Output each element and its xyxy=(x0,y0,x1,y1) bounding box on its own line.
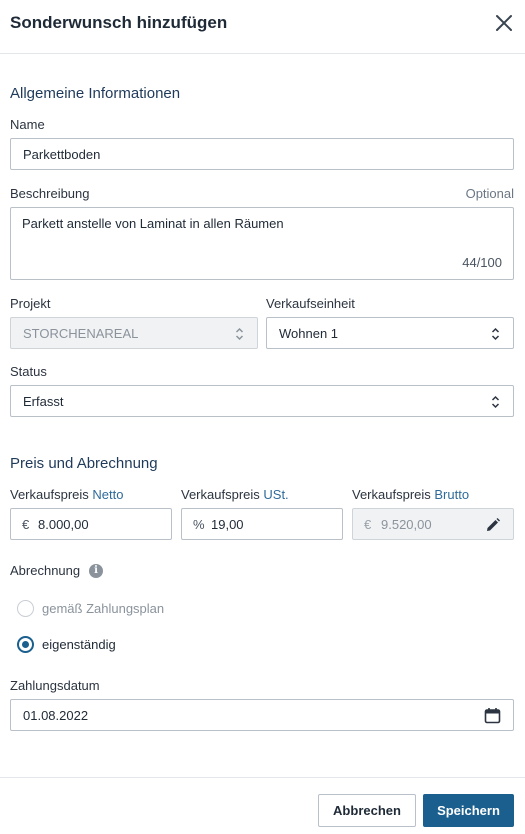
chevron-updown-icon xyxy=(235,327,244,341)
vat-field[interactable]: % 19,00 xyxy=(181,508,343,540)
billing-label: Abrechnung xyxy=(10,563,81,578)
description-textarea[interactable]: Parkett anstelle von Laminat in allen Rä… xyxy=(10,207,514,280)
gross-price-value: 9.520,00 xyxy=(381,517,432,532)
percent-prefix: % xyxy=(193,517,205,532)
euro-prefix: € xyxy=(364,517,372,532)
save-button[interactable]: Speichern xyxy=(423,794,514,827)
radio-button[interactable] xyxy=(17,600,34,617)
radio-label: gemäß Zahlungsplan xyxy=(42,601,165,616)
net-price-label: Verkaufspreis Netto xyxy=(10,487,123,502)
net-price-label-accent: Netto xyxy=(92,487,124,502)
vat-value: 19,00 xyxy=(211,517,244,532)
gross-price-label: Verkaufspreis Brutto xyxy=(352,487,469,502)
euro-prefix: € xyxy=(22,517,30,532)
payment-date-field[interactable]: 01.08.2022 xyxy=(10,699,514,731)
section-title-general: Allgemeine Informationen xyxy=(10,85,181,102)
net-price-value: 8.000,00 xyxy=(38,517,89,532)
gross-price-label-accent: Brutto xyxy=(434,487,470,502)
payment-date-value: 01.08.2022 xyxy=(23,708,89,723)
radio-button-checked[interactable] xyxy=(17,636,34,653)
project-label: Projekt xyxy=(10,296,51,311)
vat-label-accent: USt. xyxy=(263,487,289,502)
status-select[interactable]: Erfasst xyxy=(10,385,514,417)
name-label: Name xyxy=(10,117,45,132)
project-value: STORCHENAREAL xyxy=(23,326,139,341)
gross-price-label-prefix: Verkaufspreis xyxy=(352,487,431,502)
net-price-label-prefix: Verkaufspreis xyxy=(10,487,89,502)
net-price-field[interactable]: € 8.000,00 xyxy=(10,508,172,540)
cancel-button[interactable]: Abbrechen xyxy=(318,794,416,827)
pencil-icon[interactable] xyxy=(485,517,501,533)
vat-label: Verkaufspreis USt. xyxy=(181,487,289,502)
description-optional: Optional xyxy=(465,186,514,201)
dialog-footer: Abbrechen Speichern xyxy=(0,777,525,834)
calendar-icon[interactable] xyxy=(484,707,501,724)
radio-label: eigenständig xyxy=(42,637,116,652)
chevron-updown-icon xyxy=(491,395,500,409)
close-icon[interactable] xyxy=(493,12,515,34)
unit-select[interactable]: Wohnen 1 xyxy=(266,317,514,349)
gross-price-field: € 9.520,00 xyxy=(352,508,514,540)
unit-label: Verkaufseinheit xyxy=(266,296,355,311)
info-icon[interactable]: i xyxy=(89,564,103,578)
project-select: STORCHENAREAL xyxy=(10,317,258,349)
status-value: Erfasst xyxy=(23,394,64,409)
description-label: Beschreibung xyxy=(10,186,90,201)
dialog-header: Sonderwunsch hinzufügen xyxy=(0,0,525,54)
description-char-count: 44/100 xyxy=(462,255,502,270)
vat-label-prefix: Verkaufspreis xyxy=(181,487,260,502)
chevron-updown-icon xyxy=(491,327,500,341)
section-title-pricing: Preis und Abrechnung xyxy=(10,455,158,472)
dialog-title: Sonderwunsch hinzufügen xyxy=(10,13,228,32)
payment-date-label: Zahlungsdatum xyxy=(10,678,100,693)
description-value: Parkett anstelle von Laminat in allen Rä… xyxy=(22,216,284,231)
status-label: Status xyxy=(10,364,47,379)
name-field[interactable]: Parkettboden xyxy=(10,138,514,170)
name-value: Parkettboden xyxy=(23,147,101,162)
unit-value: Wohnen 1 xyxy=(279,326,339,341)
